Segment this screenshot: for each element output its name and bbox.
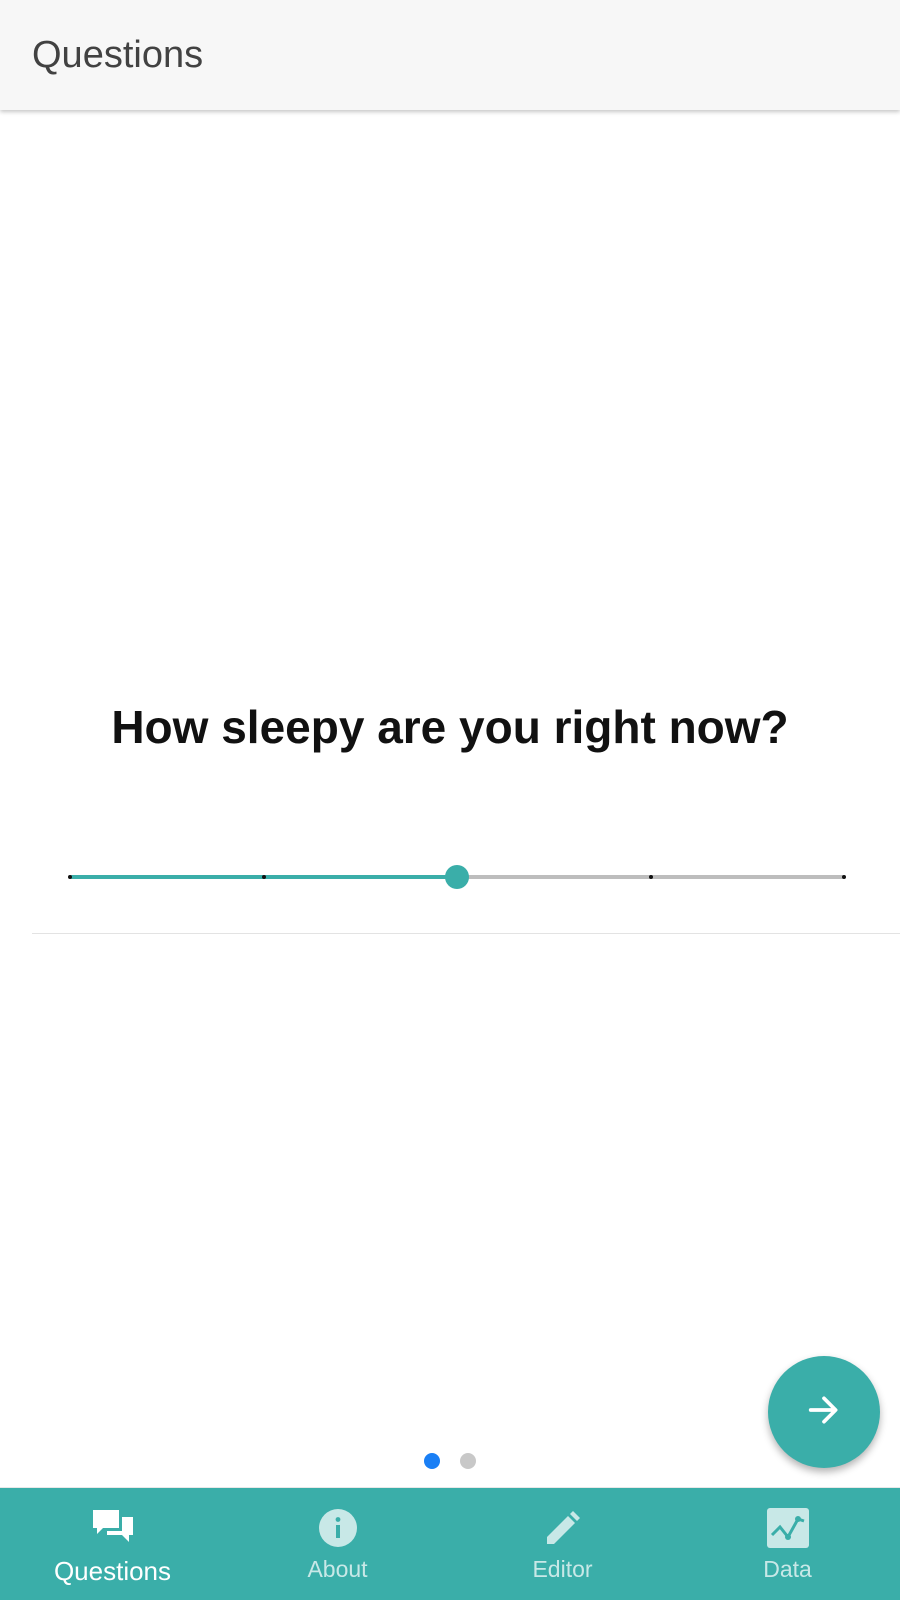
divider — [32, 933, 900, 934]
pencil-icon — [541, 1506, 585, 1550]
nav-label-editor: Editor — [532, 1556, 593, 1582]
slider-thumb[interactable] — [445, 865, 469, 889]
nav-item-data[interactable]: Data — [675, 1488, 900, 1600]
nav-item-editor[interactable]: Editor — [450, 1488, 675, 1600]
slider-tick — [68, 875, 72, 879]
sleepiness-slider[interactable] — [68, 862, 846, 892]
nav-label-data: Data — [763, 1556, 812, 1582]
page-indicator — [424, 1453, 476, 1469]
chat-bubbles-icon — [91, 1506, 135, 1550]
next-button[interactable] — [768, 1356, 880, 1468]
nav-item-about[interactable]: About — [225, 1488, 450, 1600]
page-dot[interactable] — [460, 1453, 476, 1469]
app-root: Questions How sleepy are you right now? … — [0, 0, 900, 1600]
arrow-right-icon — [804, 1390, 844, 1435]
app-header: Questions — [0, 0, 900, 110]
chart-icon — [766, 1506, 810, 1550]
page-title: Questions — [32, 34, 204, 76]
bottom-navigation: Questions About Editor Data — [0, 1487, 900, 1600]
info-icon — [316, 1506, 360, 1550]
question-text: How sleepy are you right now? — [111, 701, 789, 753]
slider-tick — [261, 875, 266, 879]
nav-label-questions: Questions — [53, 1556, 172, 1586]
slider-tick — [648, 875, 653, 879]
nav-label-about: About — [307, 1556, 368, 1582]
page-dot[interactable] — [424, 1453, 440, 1469]
nav-item-questions[interactable]: Questions — [0, 1488, 225, 1600]
slider-tick — [842, 875, 846, 879]
